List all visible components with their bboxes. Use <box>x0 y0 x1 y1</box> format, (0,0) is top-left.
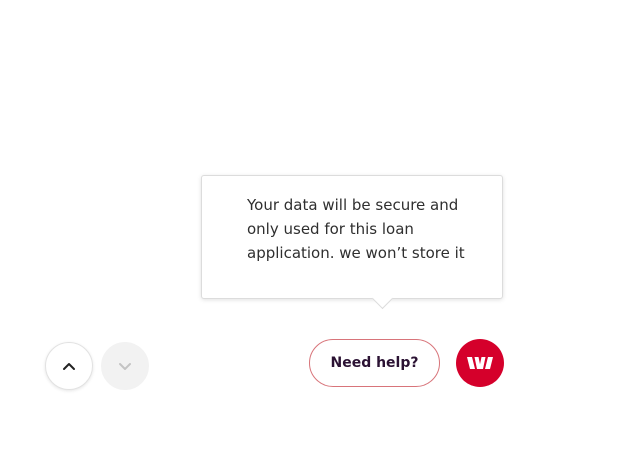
need-help-button[interactable]: Need help? <box>309 339 440 387</box>
tooltip-message: Your data will be secure and only used f… <box>247 193 477 265</box>
page: Your data will be secure and only used f… <box>0 0 638 454</box>
tooltip-pointer <box>371 287 394 310</box>
need-help-label: Need help? <box>330 355 419 371</box>
tooltip-line-1: Your data will be secure and <box>247 196 459 214</box>
westpac-logo-icon <box>467 357 493 369</box>
next-question-button[interactable] <box>101 342 149 390</box>
info-tooltip: Your data will be secure and only used f… <box>201 175 503 310</box>
previous-question-button[interactable] <box>45 342 93 390</box>
brand-chat-button[interactable] <box>456 339 504 387</box>
chevron-up-icon <box>63 363 75 370</box>
tooltip-line-2: only used for this loan <box>247 220 414 238</box>
chevron-down-icon <box>119 363 131 370</box>
tooltip-line-3: application. we won’t store it <box>247 244 465 262</box>
